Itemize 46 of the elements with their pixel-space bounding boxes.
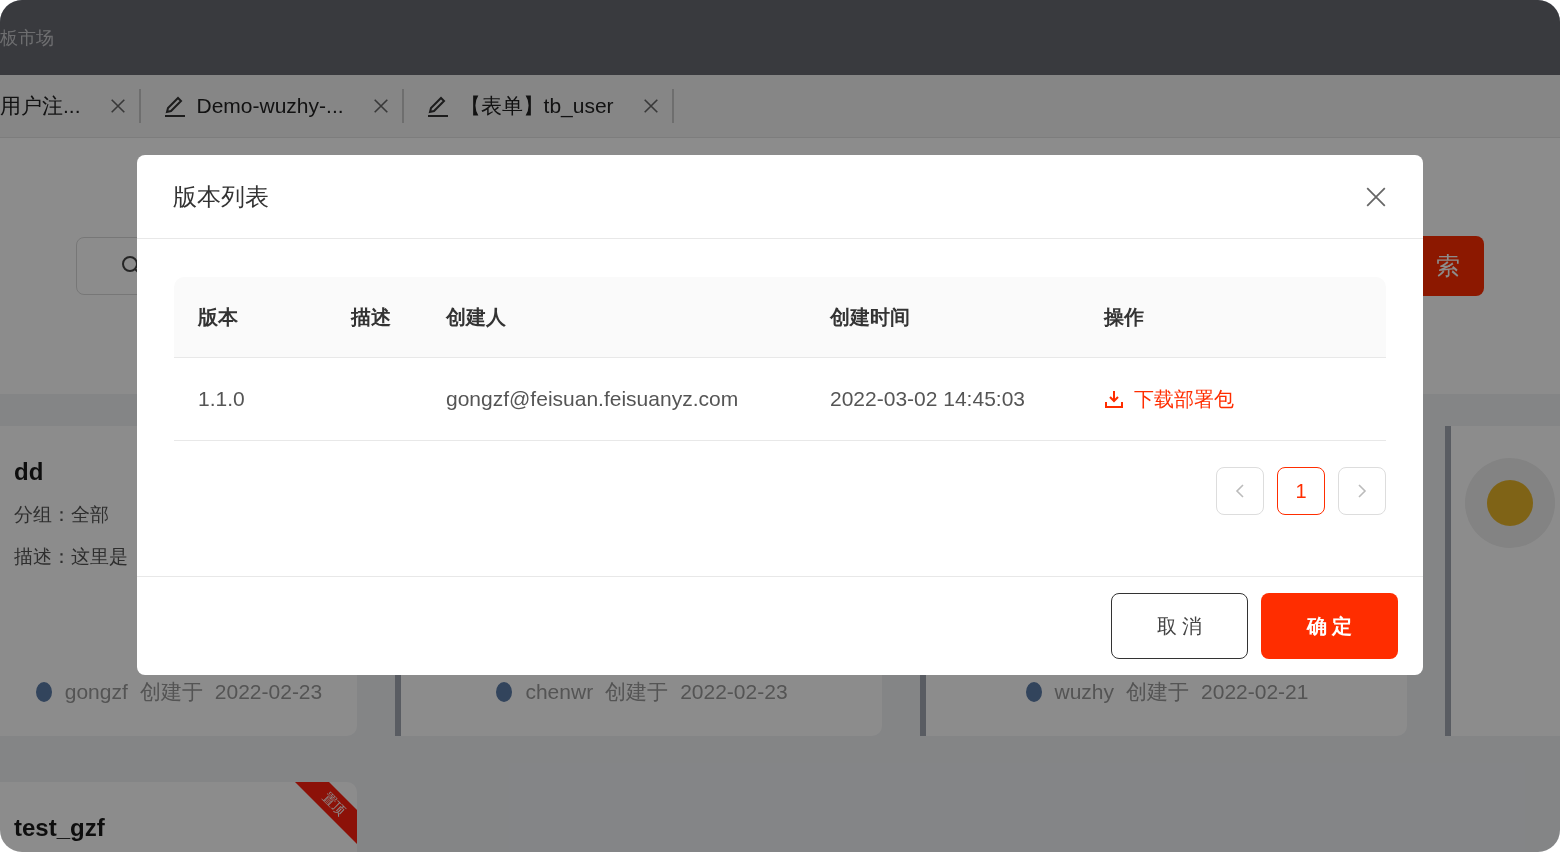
- creator-cell: gongzf@feisuan.feisuanyz.com: [422, 358, 806, 441]
- column-header: 版本: [174, 277, 327, 358]
- dialog-title: 版本列表: [173, 181, 269, 212]
- close-button[interactable]: [1365, 185, 1387, 208]
- tab-label: 用户注...: [0, 93, 81, 119]
- created-label: 创建于: [139, 679, 203, 705]
- page-number-button[interactable]: 1: [1277, 467, 1325, 515]
- chevron-right-icon: [1356, 483, 1368, 499]
- card-author: chenwr: [525, 680, 594, 704]
- created-label: 创建于: [605, 679, 669, 705]
- template-card[interactable]: test_gzf 置顶: [0, 782, 357, 852]
- close-icon[interactable]: [641, 97, 660, 115]
- created-date: 2022-02-23: [680, 680, 788, 704]
- created-time-cell: 2022-03-02 14:45:03: [806, 358, 1080, 441]
- cancel-button[interactable]: 取 消: [1111, 593, 1248, 659]
- card-author: wuzhy: [1054, 680, 1115, 704]
- card-title: dd: [14, 458, 45, 486]
- page-tab[interactable]: Demo-wuzhy-...: [140, 89, 404, 123]
- avatar-icon: [34, 681, 53, 703]
- card-title: test_gzf: [14, 814, 106, 842]
- created-date: 2022-02-23: [214, 680, 323, 704]
- pinned-ribbon: 置顶: [293, 782, 357, 845]
- close-icon: [1365, 185, 1387, 208]
- chevron-left-icon: [1234, 483, 1246, 499]
- download-link[interactable]: 下载部署包: [1104, 385, 1234, 413]
- download-icon: [1104, 389, 1124, 409]
- column-header: 描述: [327, 277, 422, 358]
- close-icon[interactable]: [108, 97, 127, 115]
- column-header: 创建人: [422, 277, 806, 358]
- card-group: 分组：全部: [14, 502, 343, 528]
- page-tab[interactable]: 用户注...: [0, 89, 141, 123]
- photo-placeholder: [1487, 480, 1533, 526]
- close-icon[interactable]: [371, 97, 390, 115]
- card-description: 描述：这里是: [14, 545, 129, 569]
- page-tab[interactable]: 【表单】tb_user: [403, 89, 674, 123]
- created-label: 创建于: [1126, 679, 1190, 705]
- version-cell: 1.1.0: [174, 358, 327, 441]
- avatar-icon: [495, 681, 514, 703]
- card-author: gongzf: [64, 680, 128, 704]
- column-header: 操作: [1080, 277, 1386, 358]
- confirm-button[interactable]: 确 定: [1261, 593, 1398, 659]
- created-date: 2022-02-21: [1201, 680, 1309, 704]
- tab-label: 【表单】tb_user: [459, 93, 614, 120]
- column-header: 创建时间: [806, 277, 1080, 358]
- tab-label: Demo-wuzhy-...: [196, 94, 344, 118]
- avatar-icon: [1024, 681, 1043, 703]
